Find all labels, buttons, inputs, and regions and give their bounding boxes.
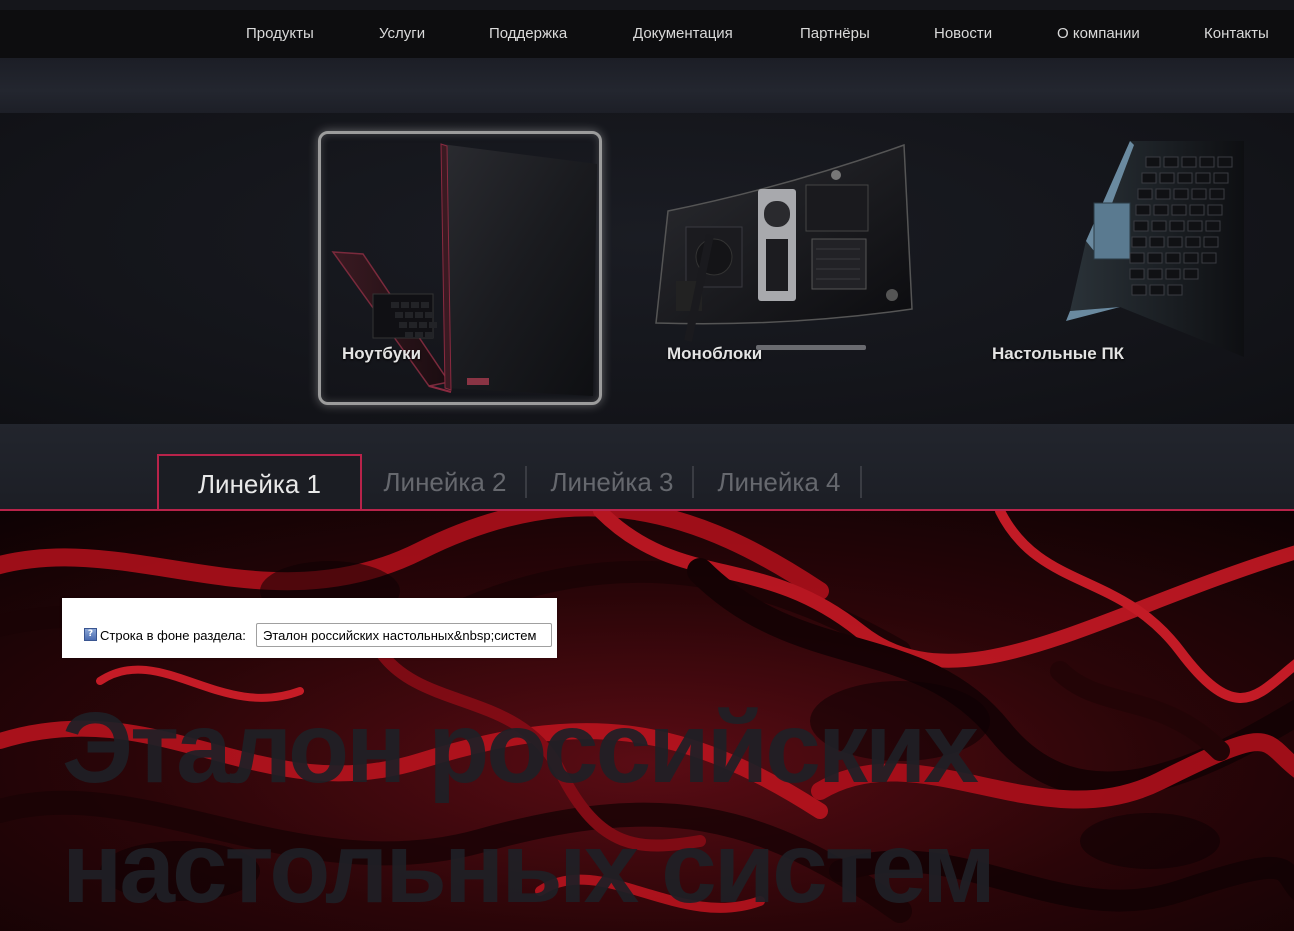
nav-contacts[interactable]: Контакты (1204, 10, 1269, 58)
nav-about[interactable]: О компании (1057, 10, 1140, 58)
tab-separator (692, 466, 694, 498)
category-label-laptops: Ноутбуки (342, 344, 422, 363)
category-label-all-in-one: Моноблоки (667, 344, 763, 363)
nav-documentation[interactable]: Документация (633, 10, 733, 58)
tab-line-4[interactable]: Линейка 4 (706, 454, 852, 510)
tab-separator (525, 466, 527, 498)
tab-separator (860, 466, 862, 498)
hero-title-line-1: Эталон российских (62, 692, 979, 804)
page: Продукты Услуги Поддержка Документация П… (0, 0, 1294, 931)
category-panel: Ноутбуки Моноблоки Настольные ПК (0, 113, 1294, 424)
hero-title-line-2: настольных систем (62, 812, 996, 924)
tab-line-1[interactable]: Линейка 1 (157, 454, 362, 510)
background-string-editor: ? Строка в фоне раздела: (62, 598, 557, 658)
top-navigation: Продукты Услуги Поддержка Документация П… (0, 10, 1294, 58)
background-string-label: Строка в фоне раздела: (100, 628, 246, 643)
nav-services[interactable]: Услуги (379, 10, 425, 58)
background-string-input[interactable] (256, 623, 552, 647)
help-icon[interactable]: ? (84, 628, 97, 641)
nav-partners[interactable]: Партнёры (800, 10, 870, 58)
nav-products[interactable]: Продукты (246, 10, 314, 58)
nav-support[interactable]: Поддержка (489, 10, 567, 58)
header-band (0, 58, 1294, 113)
tab-line-3[interactable]: Линейка 3 (539, 454, 685, 510)
nav-news[interactable]: Новости (934, 10, 992, 58)
top-band (0, 0, 1294, 10)
tab-line-2[interactable]: Линейка 2 (372, 454, 518, 510)
hero-title: Эталон российских настольных систем (62, 688, 1162, 928)
category-label-desktops: Настольные ПК (992, 344, 1125, 363)
